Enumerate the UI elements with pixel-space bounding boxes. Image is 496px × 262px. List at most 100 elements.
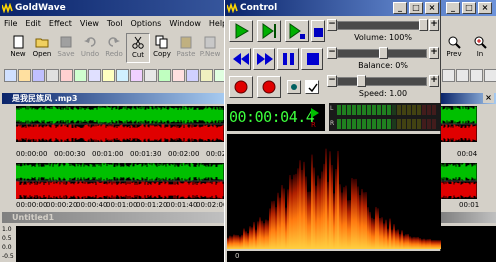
menu-item[interactable]: Effect [45, 16, 76, 31]
sound-window-title-right[interactable]: × [441, 93, 496, 104]
undo-button[interactable]: Undo [78, 33, 102, 63]
save-disk-icon [60, 36, 72, 48]
speed-increase-button[interactable]: + [429, 75, 439, 87]
effect-tool-icon[interactable] [456, 69, 469, 82]
paste-button[interactable]: Paste [174, 33, 198, 63]
empty-waveform-right[interactable] [441, 226, 496, 262]
properties-checkbox[interactable] [305, 80, 319, 94]
speed-slider[interactable]: − + [327, 75, 439, 87]
control-close-button[interactable]: × [425, 2, 439, 14]
pnew-button[interactable]: P.New [198, 33, 222, 63]
menu-item[interactable]: Tool [103, 16, 127, 31]
sound-file-name: 是我民族风 .mp3 [12, 94, 78, 103]
copy-icon [155, 35, 168, 49]
time-ruler-zoomed: 00:00:00 00:00:20 00:00:40 00:01:00 00:01:20… [16, 201, 227, 211]
effect-tool-icon[interactable] [88, 69, 101, 82]
fast-forward-button[interactable] [253, 48, 275, 70]
effect-tool-icon[interactable] [102, 69, 115, 82]
balance-increase-button[interactable]: + [429, 47, 439, 59]
speed-decrease-button[interactable]: − [327, 75, 337, 87]
effect-tool-icon[interactable] [116, 69, 129, 82]
monitor-button[interactable] [287, 80, 301, 94]
waveform-overview[interactable] [16, 106, 224, 142]
effect-tool-icon[interactable] [74, 69, 87, 82]
volume-slider[interactable]: − + [327, 19, 439, 31]
control-minimize-button[interactable]: _ [393, 2, 407, 14]
balance-slider[interactable]: − + [327, 47, 439, 59]
spectrogram-graphic [227, 148, 441, 249]
ruler-tick-label: 00:00:20 [46, 201, 78, 209]
effect-tool-icon[interactable] [484, 69, 496, 82]
time-ruler-overview-right: 00:04 [441, 150, 496, 160]
cut-button[interactable]: Cut [126, 33, 150, 63]
waveform-zoomed-right[interactable] [441, 163, 477, 199]
meter-left-label: L [330, 105, 334, 112]
effect-tool-icon[interactable] [4, 69, 17, 82]
maximize-button[interactable]: □ [462, 2, 476, 14]
control-title-bar[interactable]: Control _ □ × [225, 0, 440, 16]
menu-item[interactable]: File [0, 16, 21, 31]
sound-window-title[interactable]: 是我民族风 .mp3 [2, 93, 224, 104]
play-button[interactable] [229, 20, 253, 42]
play-selection-button[interactable] [257, 20, 281, 42]
open-button[interactable]: Open [30, 33, 54, 63]
effect-tool-icon[interactable] [158, 69, 171, 82]
untitled-window-title-right[interactable] [441, 212, 496, 223]
effects-toolbar [0, 66, 227, 86]
effect-tool-icon[interactable] [18, 69, 31, 82]
minimize-button[interactable]: _ [446, 2, 460, 14]
speed-thumb[interactable] [357, 75, 366, 87]
volume-track[interactable] [337, 21, 427, 30]
play-from-cursor-button[interactable] [285, 20, 309, 42]
close-sound-icon[interactable]: × [483, 93, 494, 103]
effect-tool-icon[interactable] [60, 69, 73, 82]
toolbar-label: Cut [131, 51, 145, 59]
effect-tool-icon[interactable] [470, 69, 483, 82]
effect-tool-icon[interactable] [442, 69, 455, 82]
ruler-tick-label: 00:01:30 [130, 150, 162, 158]
pause-button[interactable] [277, 48, 299, 70]
new-button[interactable]: New [6, 33, 30, 63]
visual-scale-label: 0 [235, 252, 240, 260]
record-new-button[interactable] [257, 76, 281, 98]
effect-tool-icon[interactable] [32, 69, 45, 82]
effect-tool-icon[interactable] [46, 69, 59, 82]
effect-tool-icon[interactable] [186, 69, 199, 82]
volume-increase-button[interactable]: + [429, 19, 439, 31]
main-toolbar: New Open Save Undo Redo Cut Copy Paste P.New [0, 33, 224, 65]
effect-tool-icon[interactable] [200, 69, 213, 82]
waveform-overview-right[interactable] [441, 106, 477, 142]
balance-decrease-button[interactable]: − [327, 47, 337, 59]
ruler-tick-label: 00:00:00 [16, 201, 48, 209]
time-ruler-overview: 00:00:00 00:00:30 00:01:00 00:01:30 00:02:00… [16, 150, 237, 160]
effect-tool-icon[interactable] [172, 69, 185, 82]
play-state-icon: R [311, 108, 319, 129]
waveform-zoomed[interactable] [16, 163, 224, 199]
stop-button[interactable] [301, 48, 323, 70]
record-button[interactable] [229, 76, 253, 98]
rewind-button[interactable] [229, 48, 251, 70]
menu-item[interactable]: Options [126, 16, 165, 31]
effect-tool-icon[interactable] [144, 69, 157, 82]
toolbar-label: In [476, 50, 484, 58]
stop-small-button[interactable] [311, 20, 325, 42]
save-button[interactable]: Save [54, 33, 78, 63]
speed-track[interactable] [337, 77, 427, 86]
volume-thumb[interactable] [419, 19, 428, 31]
menu-item[interactable]: View [76, 16, 103, 31]
copy-button[interactable]: Copy [150, 33, 174, 63]
close-button[interactable]: × [478, 2, 492, 14]
menu-item[interactable]: Edit [21, 16, 45, 31]
empty-waveform[interactable] [16, 226, 224, 262]
volume-decrease-button[interactable]: − [327, 19, 337, 31]
in-button[interactable]: In [468, 33, 492, 63]
control-maximize-button[interactable]: □ [409, 2, 423, 14]
redo-button[interactable]: Redo [102, 33, 126, 63]
effect-tool-icon[interactable] [130, 69, 143, 82]
balance-thumb[interactable] [379, 47, 388, 59]
toolbar-label: Open [32, 50, 52, 58]
prev-button[interactable]: Prev [442, 33, 466, 63]
toolbar-label: P.New [199, 50, 221, 58]
menu-item[interactable]: Window [165, 16, 205, 31]
untitled-window-title[interactable]: Untitled1 [2, 212, 224, 223]
